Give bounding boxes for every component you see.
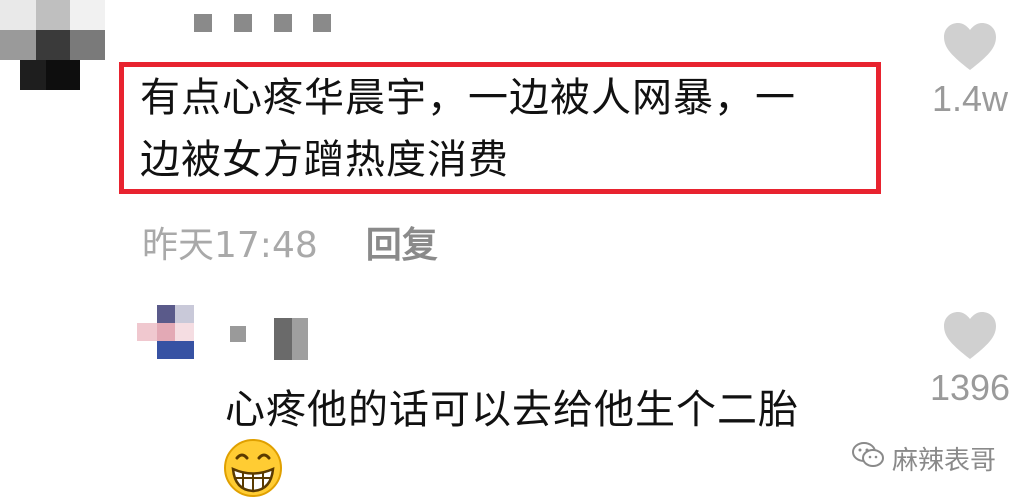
- comment-meta: 昨天17:48 回复: [142, 218, 438, 266]
- comment-text-line: 有点心疼华晨宇，一边被人网暴，一: [140, 75, 796, 121]
- username[interactable]: [194, 14, 334, 34]
- like-button[interactable]: 1396: [925, 311, 1015, 409]
- like-button[interactable]: 1.4w: [925, 22, 1015, 120]
- heart-icon: [942, 22, 998, 72]
- wechat-icon: [851, 441, 892, 476]
- reply-button[interactable]: 回复: [366, 216, 438, 268]
- comment-list: 有点心疼华晨宇，一边被人网暴，一 边被女方蹭热度消费 昨天17:48 回复 1.…: [0, 0, 1020, 497]
- username[interactable]: [230, 318, 310, 360]
- timestamp: 昨天17:48: [142, 225, 318, 266]
- comment-text-line: 边被女方蹭热度消费: [140, 137, 509, 183]
- grinning-face-icon: [223, 438, 283, 497]
- avatar[interactable]: [137, 305, 194, 359]
- watermark-text: 麻辣表哥: [891, 446, 996, 476]
- comment-text: 心疼他的话可以去给他生个二胎: [225, 387, 799, 433]
- like-count: 1396: [929, 367, 1011, 408]
- heart-icon: [942, 311, 998, 361]
- watermark: 麻辣表哥: [851, 440, 996, 477]
- avatar[interactable]: [0, 0, 105, 90]
- like-count: 1.4w: [931, 78, 1009, 119]
